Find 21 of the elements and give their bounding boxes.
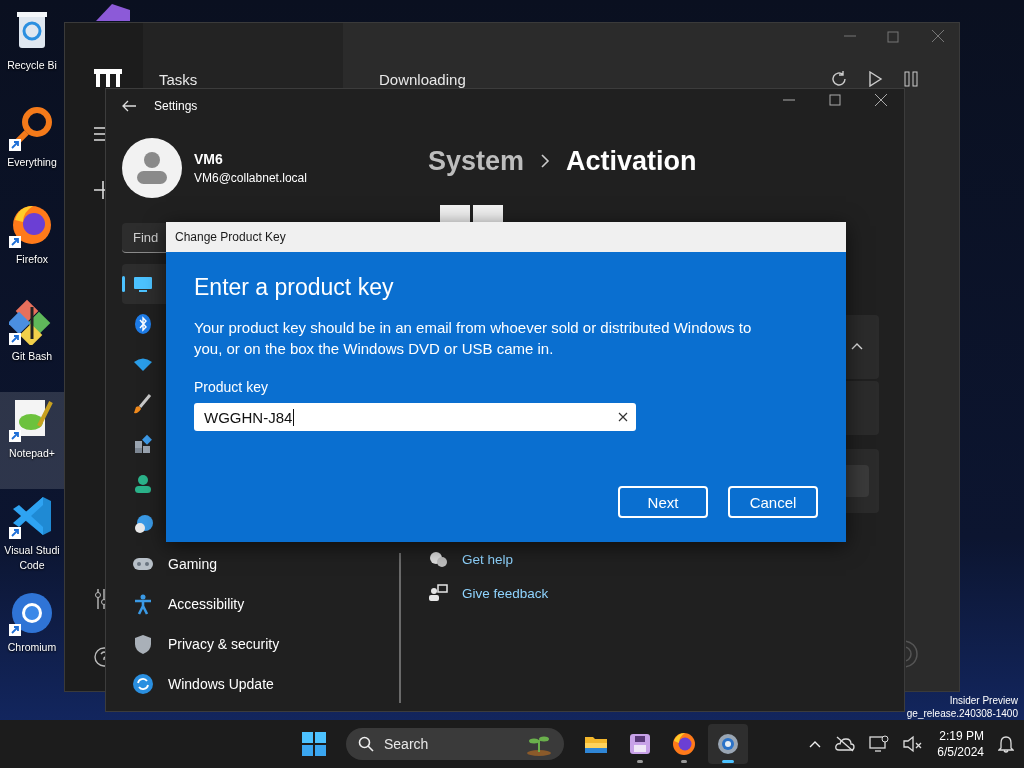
watermark-text: ge_release.240308-1400 (906, 707, 1018, 720)
user-email: VM6@collabnet.local (194, 171, 307, 185)
dialog-heading: Enter a product key (194, 274, 395, 301)
list-title: Tasks (159, 71, 198, 88)
desktop-icon-label: Firefox (15, 252, 49, 267)
desktop-icon-label: Everything (7, 155, 57, 170)
desktop-icon-label: Git Bash (11, 349, 53, 364)
user-name: VM6 (194, 151, 224, 167)
page-title: Activation (566, 145, 697, 177)
clock-time: 2:19 PM (939, 728, 984, 744)
clock-date: 6/5/2024 (937, 744, 984, 760)
dialog-description: Your product key should be in an email from whoever sold or distributed Windows to you, or on the box the Windows DVD or USB came in. (194, 318, 753, 359)
desktop-icon-label: Visual Studi Code (4, 543, 60, 573)
watermark-text: Insider Preview (949, 694, 1018, 707)
section-header: Downloading (379, 71, 466, 88)
dialog-title: Change Product Key (175, 230, 286, 244)
window-title: Settings (154, 99, 198, 113)
desktop-icon-label: Notepad+ (9, 446, 55, 461)
desktop-icon-label: Chromium (7, 640, 57, 655)
desktop-icon-label: Recycle Bi (7, 58, 57, 73)
field-label: Product key (194, 379, 269, 395)
